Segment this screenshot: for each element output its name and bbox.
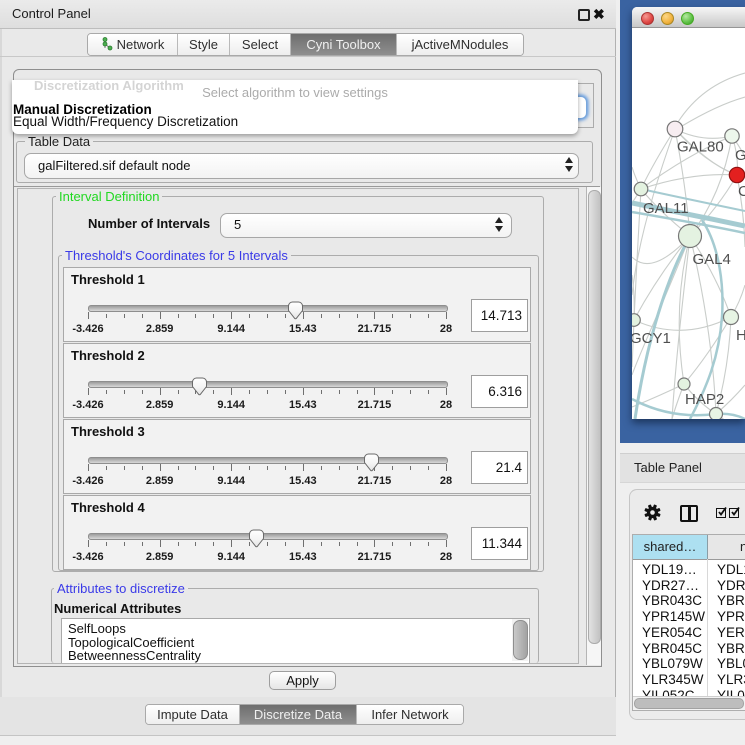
svg-text:C: C — [738, 183, 745, 200]
svg-text:GCY1: GCY1 — [632, 330, 671, 347]
svg-text:GAL4: GAL4 — [693, 251, 731, 268]
svg-text:H: H — [736, 327, 745, 344]
svg-text:GA: GA — [735, 147, 745, 164]
svg-text:HAP2: HAP2 — [685, 391, 724, 408]
svg-text:GAL80: GAL80 — [677, 139, 724, 156]
svg-text:GAL11: GAL11 — [643, 200, 689, 217]
